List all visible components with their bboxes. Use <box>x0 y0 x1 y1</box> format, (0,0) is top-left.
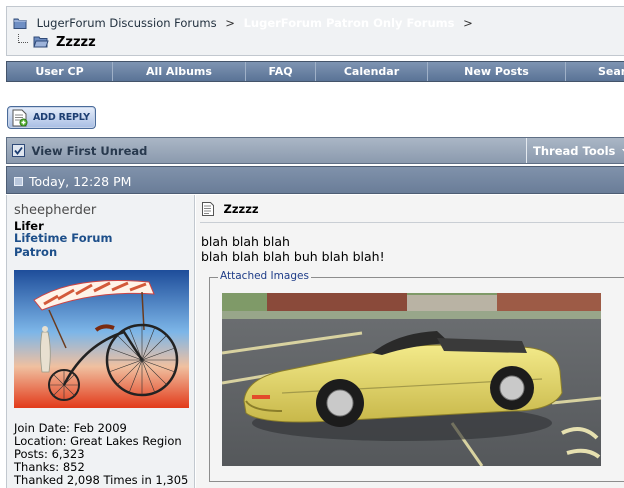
folder-open-icon <box>32 36 49 48</box>
breadcrumb-current: Zzzzz <box>13 34 96 50</box>
folder-icon <box>13 18 27 29</box>
nav-search[interactable]: Search <box>566 62 624 81</box>
attached-images-label: Attached Images <box>218 270 311 282</box>
breadcrumb-separator: > <box>225 16 235 30</box>
post-message-line: blah blah blah buh blah blah! <box>201 249 385 264</box>
post-body: Zzzzz blah blah blah blah blah blah buh … <box>196 195 624 488</box>
post-title: Zzzzz <box>223 202 259 216</box>
attached-images-box: Attached Images <box>209 270 624 482</box>
tree-elbow-icon <box>18 34 28 43</box>
user-rank: Lifetime Forum Patron <box>14 231 113 259</box>
breadcrumb: LugerForum Discussion Forums > LugerForu… <box>6 6 624 56</box>
user-stats: Join Date: Feb 2009 Location: Great Lake… <box>14 422 188 487</box>
thread-tools-menu[interactable]: Thread Tools <box>526 138 624 163</box>
document-plus-icon <box>12 109 28 127</box>
view-first-unread-label: View First Unread <box>31 144 148 158</box>
post-divider <box>200 222 624 223</box>
add-reply-label: ADD REPLY <box>33 112 90 123</box>
nav-new-posts[interactable]: New Posts <box>428 62 566 81</box>
navbar: User CP All Albums FAQ Calendar New Post… <box>6 61 624 82</box>
post-date: Today, 12:28 PM <box>29 174 132 189</box>
post-message: blah blah blah blah blah blah buh blah b… <box>201 234 385 264</box>
attachment-image[interactable] <box>222 293 601 466</box>
avatar <box>14 270 189 408</box>
view-first-unread-link[interactable]: View First Unread <box>12 144 147 158</box>
user-info-panel: sheepherder Lifer Lifetime Forum Patron <box>6 195 195 488</box>
user-thanked: Thanked 2,098 Times in 1,305 <box>14 473 189 487</box>
post-old-icon <box>14 177 23 186</box>
post-title-row: Zzzzz <box>202 202 259 216</box>
breadcrumb-separator: > <box>463 16 473 30</box>
post-username[interactable]: sheepherder <box>14 203 96 218</box>
checkbox-icon <box>12 144 25 157</box>
nav-calendar[interactable]: Calendar <box>316 62 428 81</box>
document-icon <box>202 202 214 216</box>
breadcrumb-forum-home-link[interactable]: LugerForum Discussion Forums <box>37 16 217 30</box>
add-reply-button[interactable]: ADD REPLY <box>7 106 96 129</box>
nav-all-albums[interactable]: All Albums <box>113 62 246 81</box>
page-title: Zzzzz <box>56 35 96 50</box>
breadcrumb-trail: LugerForum Discussion Forums > LugerForu… <box>13 16 478 30</box>
nav-user-cp[interactable]: User CP <box>7 62 113 81</box>
post-header: Today, 12:28 PM <box>6 166 624 194</box>
thread-control-bar: View First Unread Thread Tools <box>6 137 624 164</box>
thread-tools-label: Thread Tools <box>533 144 616 158</box>
nav-faq[interactable]: FAQ <box>246 62 316 81</box>
breadcrumb-patron-forums-link[interactable]: LugerForum Patron Only Forums <box>244 16 455 30</box>
post-message-line: blah blah blah <box>201 234 290 249</box>
